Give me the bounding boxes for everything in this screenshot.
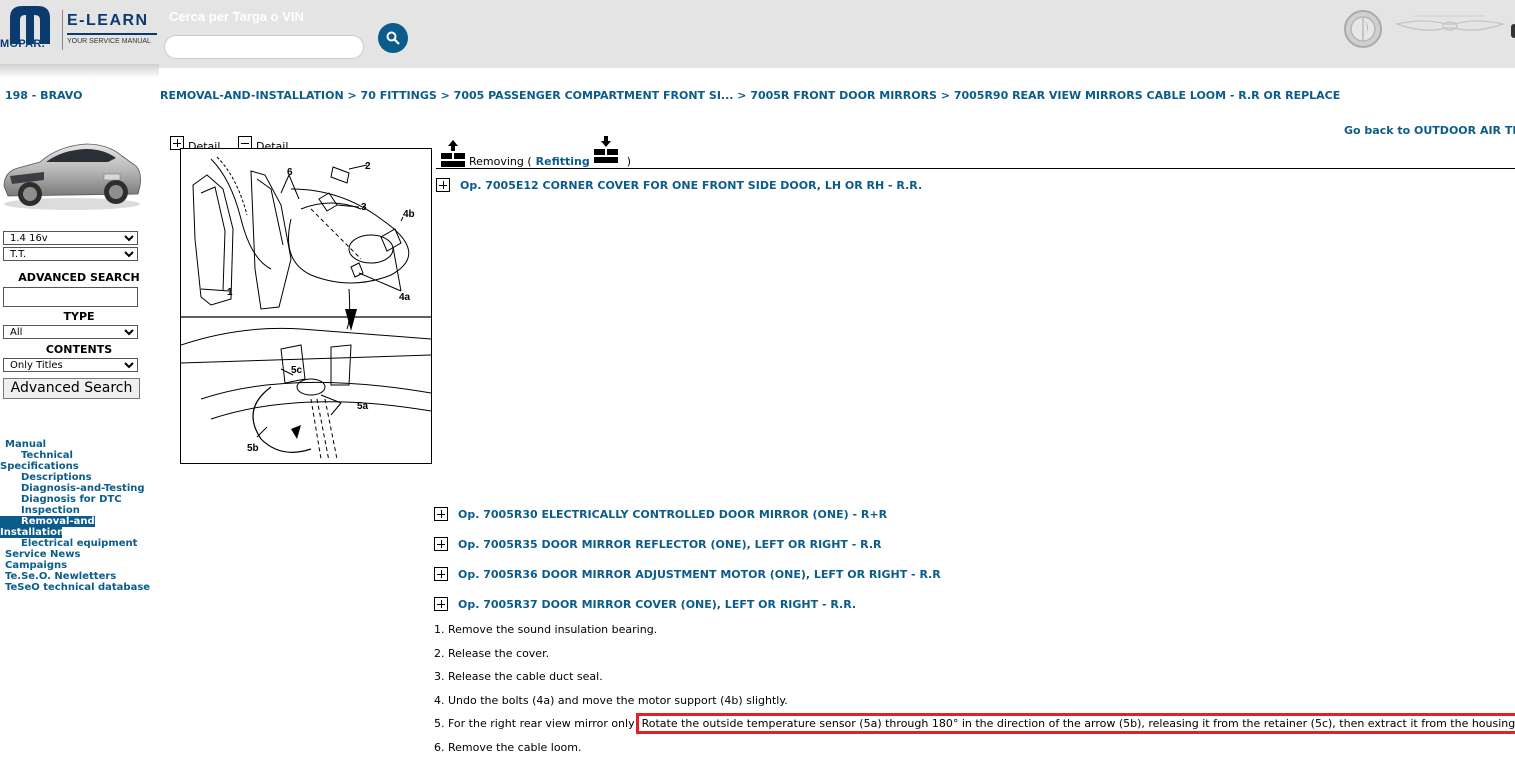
advanced-search-button[interactable]: Advanced Search <box>3 378 140 399</box>
app-title-underline <box>67 33 157 35</box>
app-subtitle: YOUR SERVICE MANUAL <box>67 38 151 45</box>
top-header: MOPAR. E-LEARN YOUR SERVICE MANUAL Cerca… <box>0 0 1515 68</box>
window-edge <box>1511 24 1515 38</box>
removing-icon[interactable] <box>440 140 466 168</box>
removing-refitting-row: Removing ( Refitting ) <box>440 136 631 168</box>
app-title: E-LEARN <box>67 12 149 29</box>
car-image <box>3 143 141 210</box>
expand-plus-icon[interactable] <box>434 597 448 611</box>
step-5-prefix: 5. For the right rear view mirror only <box>434 717 635 730</box>
nav-installation[interactable]: Installation <box>0 527 64 538</box>
nav-manual[interactable]: Manual <box>5 439 46 450</box>
figure-label-5a: 5a <box>357 401 369 412</box>
figure-label-3: 3 <box>361 202 367 213</box>
refitting-link[interactable]: Refitting <box>536 155 590 168</box>
engine-select[interactable]: 1.4 16v <box>3 231 138 245</box>
close-paren: ) <box>626 155 632 168</box>
expand-plus-icon[interactable] <box>434 537 448 551</box>
removing-label: Removing ( <box>469 155 532 168</box>
contents-title: CONTENTS <box>45 343 113 356</box>
nav-descriptions[interactable]: Descriptions <box>21 472 92 483</box>
go-back-link[interactable]: Go back to OUTDOOR AIR TEM <box>1344 124 1515 137</box>
logo-divider <box>62 10 63 50</box>
op-title[interactable]: Op. 7005R37 DOOR MIRROR COVER (ONE), LEF… <box>458 598 856 611</box>
search-button[interactable] <box>378 23 408 53</box>
search-input[interactable] <box>164 35 364 59</box>
search-icon <box>386 31 400 45</box>
nav-electrical-equipment[interactable]: Electrical equipment <box>21 538 137 549</box>
type-title: TYPE <box>63 310 95 323</box>
step-6: 6. Remove the cable loom. <box>434 741 582 754</box>
nav-teseo-newsletters[interactable]: Te.Se.O. Newletters <box>5 571 116 582</box>
nav-diagnosis-and-testing[interactable]: Diagnosis-and-Testing <box>21 483 145 494</box>
mopar-wordmark: MOPAR. <box>0 38 45 50</box>
section-divider <box>436 168 1515 169</box>
nav-campaigns[interactable]: Campaigns <box>5 560 67 571</box>
step-1: 1. Remove the sound insulation bearing. <box>434 623 658 636</box>
expand-plus-icon[interactable] <box>434 507 448 521</box>
figure-label-2: 2 <box>365 161 371 172</box>
op-item[interactable]: Op. 7005R37 DOOR MIRROR COVER (ONE), LEF… <box>434 597 856 611</box>
chrysler-logo-icon <box>1395 15 1505 31</box>
breadcrumb[interactable]: REMOVAL-AND-INSTALLATION > 70 FITTINGS >… <box>160 89 1340 102</box>
refitting-icon[interactable] <box>593 136 619 164</box>
op-item[interactable]: Op. 7005R35 DOOR MIRROR REFLECTOR (ONE),… <box>434 537 881 551</box>
expand-plus-icon[interactable] <box>434 567 448 581</box>
nav-specifications[interactable]: Specifications <box>0 461 79 472</box>
op-title[interactable]: Op. 7005R30 ELECTRICALLY CONTROLLED DOOR… <box>458 508 887 521</box>
figure-label-4a: 4a <box>399 292 411 303</box>
advanced-search-input[interactable] <box>3 287 138 307</box>
expand-plus-icon[interactable] <box>436 178 450 192</box>
op-item[interactable]: Op. 7005R30 ELECTRICALLY CONTROLLED DOOR… <box>434 507 887 521</box>
nav-removal-and-installation[interactable]: Removal-and- <box>0 516 99 527</box>
version-select[interactable]: T.T. <box>3 247 138 261</box>
contents-select[interactable]: Only Titles <box>3 358 138 372</box>
op-title[interactable]: Op. 7005R35 DOOR MIRROR REFLECTOR (ONE),… <box>458 538 881 551</box>
step-3: 3. Release the cable duct seal. <box>434 670 603 683</box>
nav-diagnosis-for-dtc[interactable]: Diagnosis for DTC <box>21 494 122 505</box>
figure-label-5c: 5c <box>291 365 303 376</box>
op-item[interactable]: Op. 7005E12 CORNER COVER FOR ONE FRONT S… <box>436 178 922 192</box>
logo-area: MOPAR. E-LEARN YOUR SERVICE MANUAL <box>0 0 159 68</box>
mirror-diagram: 1 2 3 4a 4b 5a 5b 5c 6 <box>180 148 432 464</box>
op-title[interactable]: Op. 7005E12 CORNER COVER FOR ONE FRONT S… <box>460 179 922 192</box>
advanced-search-title: ADVANCED SEARCH <box>18 271 140 284</box>
type-select[interactable]: All <box>3 325 138 339</box>
figure-label-1: 1 <box>227 287 233 298</box>
nav-inspection[interactable]: Inspection <box>21 505 80 516</box>
figure-label-4b: 4b <box>403 209 415 220</box>
nav-service-news[interactable]: Service News <box>5 549 80 560</box>
search-label: Cerca per Targa o VIN <box>169 9 304 24</box>
step-2: 2. Release the cover. <box>434 647 550 660</box>
mirror-diagram-drawing: 1 2 3 4a 4b 5a 5b 5c 6 <box>180 156 432 462</box>
step-5-highlighted-text: Rotate the outside temperature sensor (5… <box>635 713 1515 734</box>
step-5: 5. For the right rear view mirror only R… <box>434 713 1515 734</box>
step-4: 4. Undo the bolts (4a) and move the moto… <box>434 694 788 707</box>
op-item[interactable]: Op. 7005R36 DOOR MIRROR ADJUSTMENT MOTOR… <box>434 567 941 581</box>
model-link[interactable]: 198 - BRAVO <box>5 89 82 102</box>
logo-strip <box>0 64 159 78</box>
nav-teseo-database[interactable]: TeSeO technical database <box>5 582 150 593</box>
op-title[interactable]: Op. 7005R36 DOOR MIRROR ADJUSTMENT MOTOR… <box>458 568 941 581</box>
figure-label-6: 6 <box>287 167 293 178</box>
alfa-romeo-logo-icon <box>1344 10 1382 48</box>
nav-technical[interactable]: Technical <box>21 450 73 461</box>
figure-label-5b: 5b <box>247 443 259 454</box>
